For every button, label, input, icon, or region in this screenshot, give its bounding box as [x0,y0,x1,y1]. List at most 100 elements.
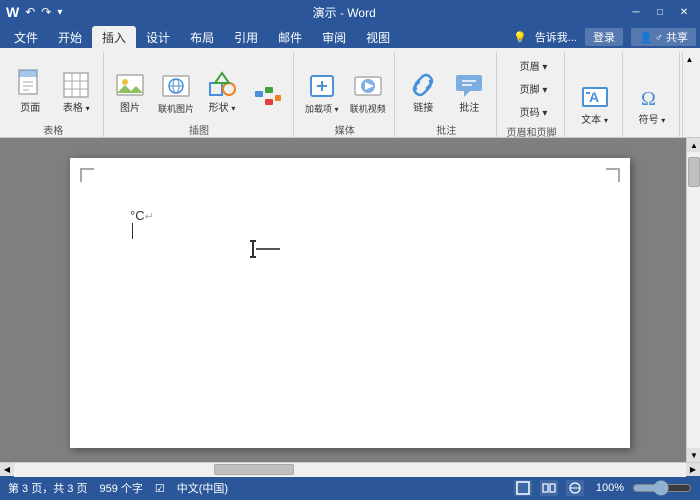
web-layout-button[interactable] [566,480,584,496]
title-bar-left: W ↶ ↷ ▾ [6,4,62,20]
tab-file[interactable]: 文件 [4,26,48,48]
page-info: 第 3 页，共 3 页 [8,480,87,496]
ribbon-group-links: 链接 批注 批注 [397,52,497,137]
language: 中文(中国) [177,480,228,496]
undo-button[interactable]: ↶ [25,5,35,19]
horizontal-scrollbar[interactable]: ◀ ▶ [0,462,700,476]
ribbon-tabs-right: 💡 告诉我... 登录 👤 ♂ 共享 [513,28,696,48]
help-text[interactable]: 告诉我... [535,29,577,45]
symbol-button[interactable]: Ω 符号 ▾ [630,64,674,130]
spell-check-icon[interactable]: ☑ [155,482,165,495]
comment-button-label: 批注 [459,103,479,115]
degree-symbol: °C [130,208,145,223]
share-label: ♂ 共享 [655,29,688,45]
online-picture-button-label: 联机图片 [158,104,194,115]
comment-button[interactable]: 批注 [447,52,491,118]
smartart-button[interactable] [246,52,290,118]
ribbon-group-illustrations-label: 插图 [189,120,209,140]
footer-button[interactable]: 页脚 ▾ [503,75,559,97]
ribbon-tabs-row: 文件 开始 插入 设计 布局 引用 邮件 审阅 视图 💡 告诉我... 登录 👤… [0,24,700,48]
link-button[interactable]: 链接 [401,52,445,118]
picture-icon [114,69,146,101]
tab-mailing[interactable]: 邮件 [268,26,312,48]
help-icon: 💡 [513,31,527,44]
ribbon-group-header-footer-content: 页眉 ▾ 页脚 ▾ # 页码 ▾ [503,52,559,122]
page-icon [14,69,46,101]
page-button-label: 页面 [20,103,40,115]
shapes-button[interactable]: 形状 ▾ [200,52,244,118]
link-button-label: 链接 [413,103,433,115]
ibeam-symbol [252,240,254,258]
table-button[interactable]: 表格 ▾ [54,52,98,118]
share-button[interactable]: 👤 ♂ 共享 [631,28,696,46]
header-button[interactable]: 页眉 ▾ [503,52,559,74]
close-button[interactable]: ✕ [674,4,694,20]
tab-home[interactable]: 开始 [48,26,92,48]
hscroll-track[interactable] [14,463,686,477]
link-icon [407,69,439,101]
hscroll-thumb[interactable] [214,464,294,475]
document-area: ▲ ▼ °C↵ [0,138,700,462]
online-picture-button[interactable]: 联机图片 [154,52,198,118]
vscroll-track[interactable] [687,152,700,448]
status-bar-right: 100% [514,480,692,496]
ribbon-group-text-content: A 文本 ▾ [573,52,617,132]
tab-insert[interactable]: 插入 [92,26,136,48]
tab-layout[interactable]: 布局 [180,26,224,48]
tab-design[interactable]: 设计 [136,26,180,48]
ribbon-group-media-content: 加载项 ▾ 联机视频 [300,52,390,120]
zoom-slider[interactable] [632,483,692,493]
textbox-icon: A [579,81,611,113]
addin-button-label: 加载项 ▾ [305,104,339,115]
picture-button-label: 图片 [120,103,140,115]
ribbon-group-text: A 文本 ▾ [567,52,622,137]
addin-button[interactable]: 加载项 ▾ [300,52,344,118]
textbox-button[interactable]: A 文本 ▾ [573,64,617,130]
online-picture-icon [160,70,192,102]
zoom-level[interactable]: 100% [596,482,624,494]
document-title: 演示 - Word [62,4,626,21]
page-number-icon: # [526,99,540,100]
svg-text:A: A [589,89,599,105]
tab-review[interactable]: 审阅 [312,26,356,48]
vscroll-thumb[interactable] [688,157,700,187]
vscroll-down-button[interactable]: ▼ [687,448,700,462]
textbox-button-label: 文本 ▾ [581,115,608,127]
ribbon-group-symbols-content: Ω 符号 ▾ [630,52,674,132]
print-layout-view-button[interactable] [514,480,532,496]
ribbon-group-illustrations: 图片 联机图片 [106,52,294,137]
shapes-icon [206,69,238,101]
online-video-button[interactable]: 联机视频 [346,52,390,118]
restore-button[interactable]: □ [650,4,670,20]
online-video-button-label: 联机视频 [350,104,386,115]
smartart-icon [252,81,284,113]
vertical-scrollbar[interactable]: ▲ ▼ [686,138,700,462]
comment-icon [453,69,485,101]
page-number-button-label: 页码 ▾ [520,104,548,119]
ribbon-group-header-footer: 页眉 ▾ 页脚 ▾ # 页码 ▾ [499,52,566,137]
login-button[interactable]: 登录 [585,28,623,46]
symbol-icon: Ω [636,81,668,113]
redo-button[interactable]: ↷ [41,5,51,19]
read-mode-button[interactable] [540,480,558,496]
picture-button[interactable]: 图片 [108,52,152,118]
tab-view[interactable]: 视图 [356,26,400,48]
document-page: °C↵ [70,158,630,448]
word-count: 959 个字 [99,480,142,496]
vscroll-up-button[interactable]: ▲ [687,138,700,152]
ribbon: 页面 表格 ▾ 表格 [0,48,700,138]
ribbon-scroll-up[interactable]: ▲ [683,52,696,66]
svg-text:Ω: Ω [641,88,656,110]
ibeam-cursor [252,240,280,258]
ribbon-group-table: 页面 表格 ▾ 表格 [4,52,104,137]
ribbon-group-table-content: 页面 表格 ▾ [8,52,98,120]
minimize-button[interactable]: ─ [626,4,646,20]
page-button[interactable]: 页面 [8,52,52,118]
status-bar: 第 3 页，共 3 页 959 个字 ☑ 中文(中国) 100% [0,476,700,500]
hscroll-right-button[interactable]: ▶ [686,463,700,477]
ribbon-scroll: ▲ [682,52,696,137]
shapes-button-label: 形状 ▾ [209,103,236,115]
hscroll-left-button[interactable]: ◀ [0,463,14,477]
page-number-button[interactable]: # 页码 ▾ [503,98,559,120]
tab-references[interactable]: 引用 [224,26,268,48]
